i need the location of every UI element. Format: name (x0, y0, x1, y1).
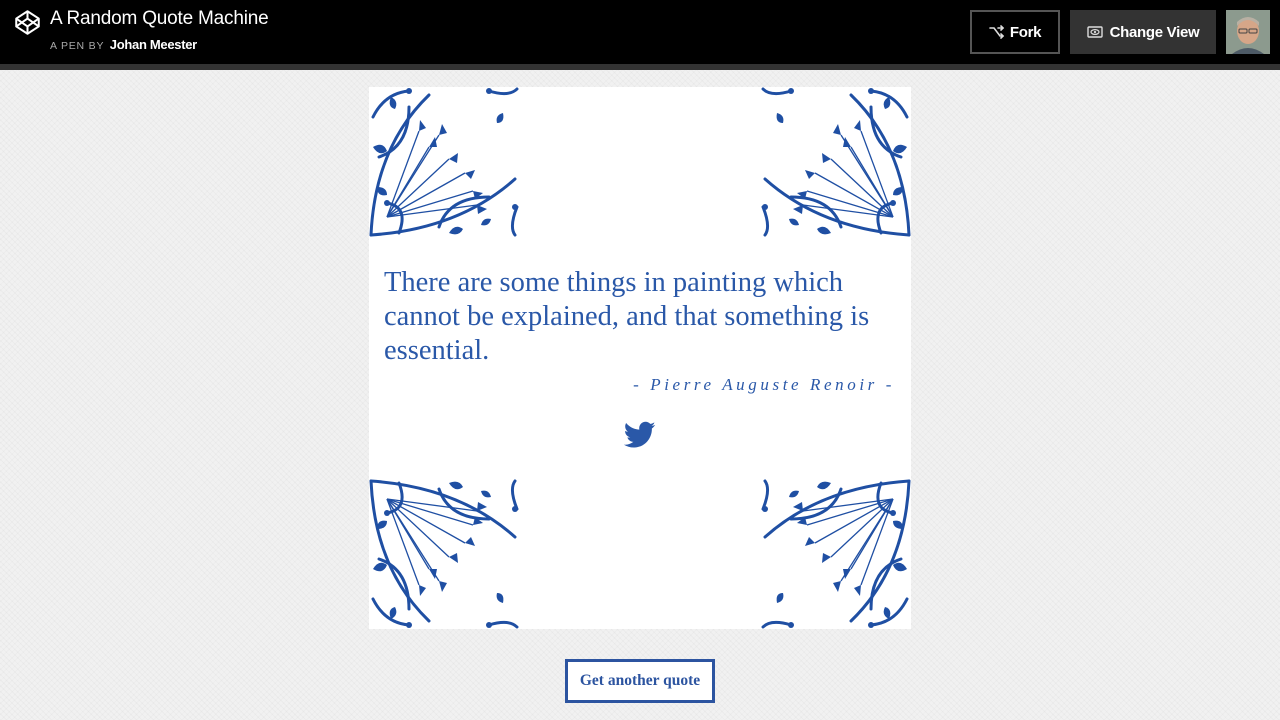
ornament-top-left (369, 87, 519, 237)
ornament-bottom-left (369, 479, 519, 629)
avatar-image (1226, 10, 1270, 54)
twitter-icon[interactable] (624, 421, 656, 449)
fork-icon (989, 25, 1004, 39)
get-another-quote-button[interactable]: Get another quote (565, 659, 715, 703)
quote-text: There are some things in painting which … (384, 267, 870, 366)
pen-byline: A PEN BY Johan Meester (50, 37, 197, 52)
codepen-logo-icon[interactable] (14, 9, 41, 36)
eye-icon (1086, 26, 1103, 38)
quote-author: - Pierre Auguste Renoir - (633, 375, 895, 394)
pen-author-link[interactable]: Johan Meester (110, 37, 197, 52)
fork-button[interactable]: Fork (970, 10, 1060, 54)
user-avatar[interactable] (1226, 10, 1270, 54)
codepen-header: A Random Quote Machine A PEN BY Johan Me… (0, 0, 1280, 70)
quote-box: There are some things in painting which … (369, 87, 911, 629)
pen-title: A Random Quote Machine (50, 8, 269, 29)
change-view-button[interactable]: Change View (1070, 10, 1216, 54)
ornament-top-right (761, 87, 911, 237)
ornament-bottom-right (761, 479, 911, 629)
fork-label: Fork (1009, 23, 1042, 41)
pen-by-label: A PEN BY (50, 40, 105, 52)
change-view-label: Change View (1109, 23, 1200, 41)
